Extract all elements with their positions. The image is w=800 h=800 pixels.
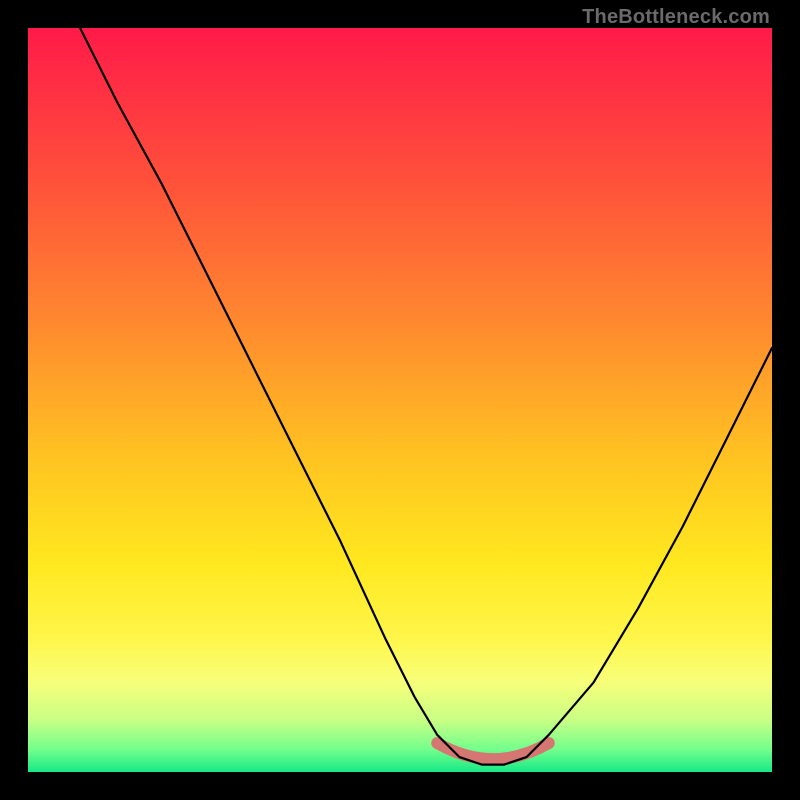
chart-frame: TheBottleneck.com xyxy=(0,0,800,800)
bottleneck-curve xyxy=(80,28,772,765)
plot-area xyxy=(28,28,772,772)
watermark-text: TheBottleneck.com xyxy=(582,6,770,29)
curve-layer xyxy=(28,28,772,772)
